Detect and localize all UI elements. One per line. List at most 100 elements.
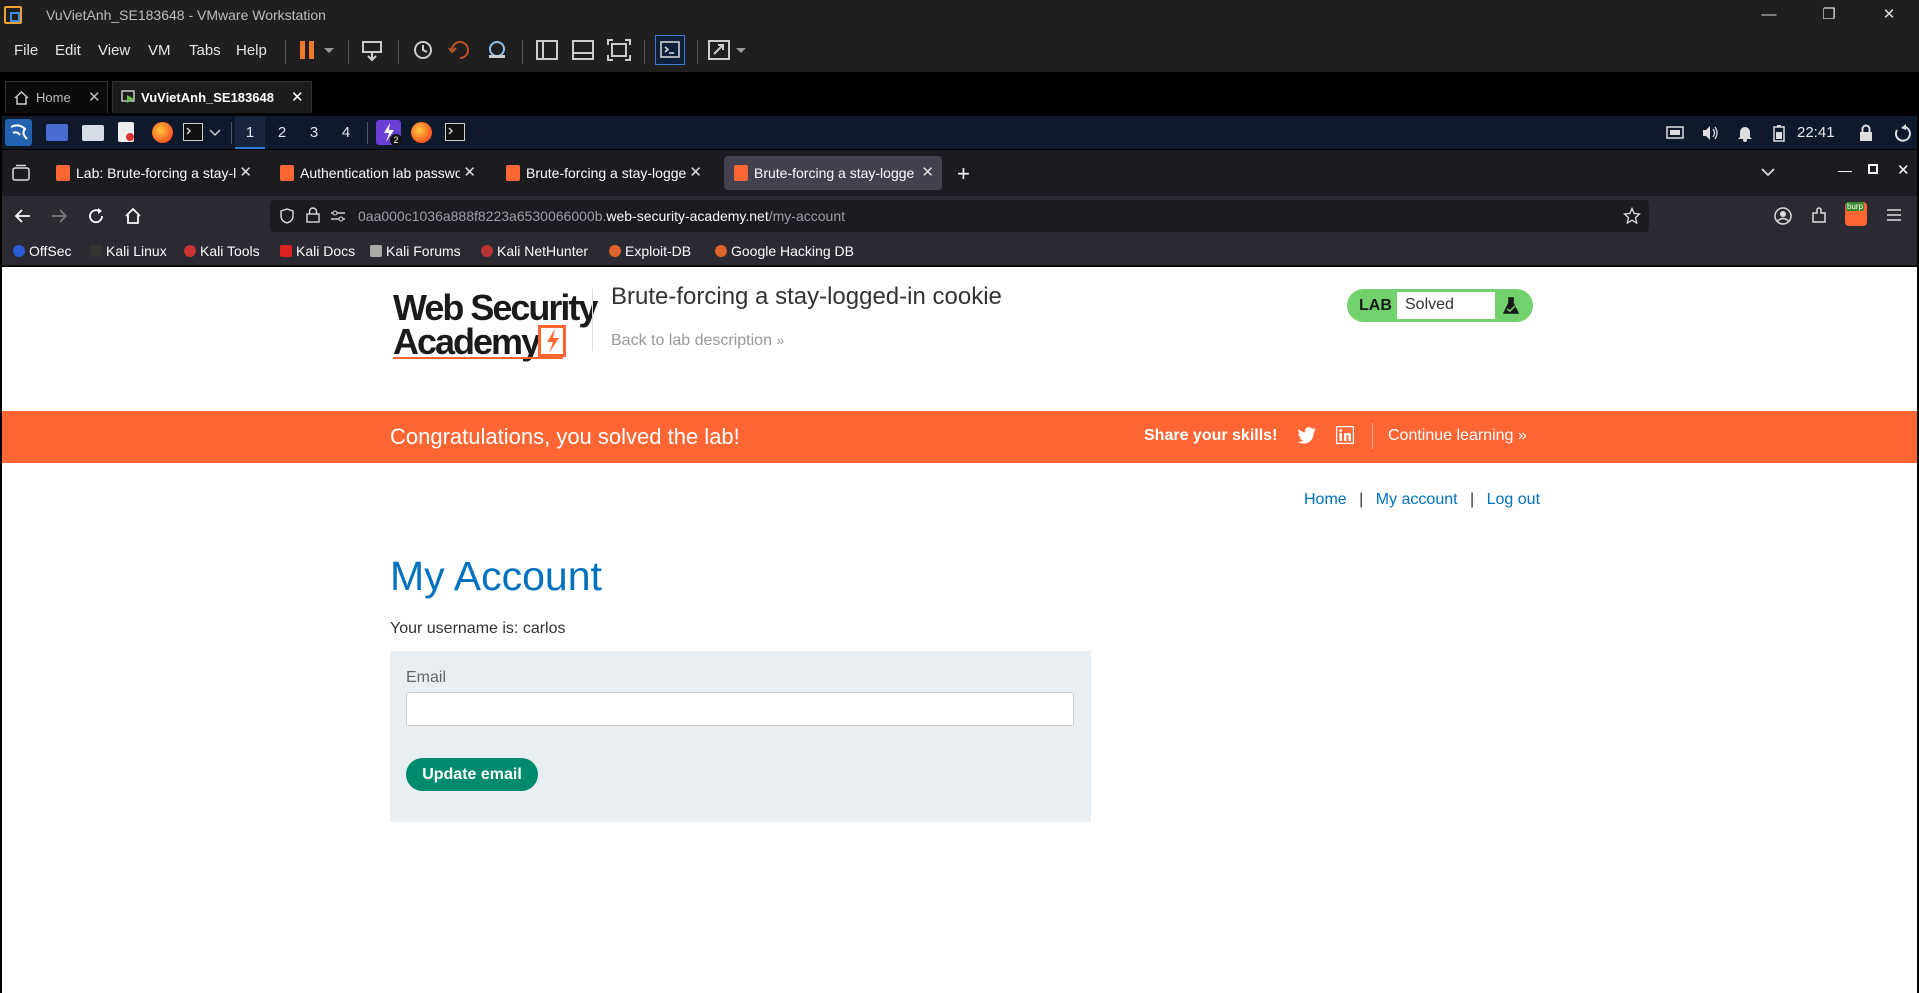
chevron-down-icon[interactable] [322,38,336,62]
bookmark-star-icon[interactable] [1623,207,1641,225]
full-screen-icon[interactable] [606,38,632,62]
pause-icon[interactable] [296,38,322,62]
burp-extension-icon[interactable]: burp [1845,202,1867,226]
vm-tab-home[interactable]: Home ✕ [5,81,108,113]
bookmark-kali-nethunter[interactable]: Kali NetHunter [481,243,588,259]
permissions-icon[interactable] [330,208,346,224]
burp-extension-label: burp [1846,202,1865,211]
back-to-lab-description-link[interactable]: Back to lab description » [611,332,784,350]
url-bar[interactable]: 0aa000c1036a888f8223a6530066000b.web-sec… [270,200,1649,232]
home-icon[interactable] [124,207,142,225]
lock-icon[interactable] [1859,124,1873,142]
tracking-shield-icon[interactable] [280,208,294,224]
workspace-3[interactable]: 3 [299,116,329,149]
email-field[interactable] [406,692,1074,726]
browser-tab-active[interactable]: Brute-forcing a stay-logge ✕ [724,156,942,190]
revert-snapshot-icon[interactable] [447,38,473,62]
hamburger-menu-icon[interactable] [1886,207,1902,223]
update-email-button[interactable]: Update email [406,758,538,791]
account-icon[interactable] [1774,207,1792,225]
console-view-icon[interactable] [655,35,685,65]
sidebar-toggle-icon[interactable] [534,38,560,62]
reload-icon[interactable] [87,207,105,225]
workspace-1[interactable]: 1 [235,116,265,149]
list-all-tabs-icon[interactable] [1760,164,1776,180]
close-tab-icon[interactable]: ✕ [88,88,101,106]
burp-suite-icon[interactable]: 2 [376,120,402,146]
battery-icon[interactable] [1773,124,1785,142]
nav-home-link[interactable]: Home [1304,491,1347,508]
close-tab-icon[interactable]: ✕ [463,163,476,181]
forward-arrow-icon[interactable] [50,207,68,225]
terminal-icon[interactable] [183,123,203,141]
browser-tab[interactable]: Authentication lab passwo ✕ [270,156,484,190]
kali-tools-icon [184,245,196,257]
snapshot-manager-icon[interactable] [484,38,510,62]
nav-my-account-link[interactable]: My account [1376,491,1458,508]
file-manager-icon[interactable] [82,125,104,141]
kali-menu-icon[interactable] [5,119,32,146]
notification-bell-icon[interactable] [1737,124,1753,142]
display-icon[interactable] [1666,125,1684,141]
volume-icon[interactable] [1701,124,1719,142]
menu-view[interactable]: View [98,42,130,59]
browser-tab[interactable]: Brute-forcing a stay-logge ✕ [496,156,710,190]
bookmark-kali-forums[interactable]: Kali Forums [370,243,461,259]
bookmark-google-hacking-db[interactable]: Google Hacking DB [715,243,854,259]
extensions-icon[interactable] [1810,207,1828,225]
vm-tab-label: Home [36,90,71,105]
close-window-button[interactable]: ✕ [1864,0,1914,30]
text-editor-icon[interactable] [118,122,134,142]
menu-file[interactable]: File [14,42,38,59]
chevron-down-icon[interactable] [734,38,748,62]
bookmark-kali-tools[interactable]: Kali Tools [184,243,260,259]
browser-maximize-icon[interactable] [1868,164,1878,174]
vm-tab-vm[interactable]: VuVietAnh_SE183648 ✕ [112,81,312,113]
power-icon[interactable] [1893,124,1911,142]
close-tab-icon[interactable]: ✕ [689,163,702,181]
continue-learning-link[interactable]: Continue learning » [1388,427,1527,445]
new-tab-icon[interactable]: + [957,161,970,187]
workspace-4[interactable]: 4 [331,116,361,149]
firefox-icon[interactable] [152,122,173,143]
close-tab-icon[interactable]: ✕ [291,88,304,106]
chevron-down-icon[interactable] [208,123,222,141]
minimize-button[interactable]: — [1744,0,1794,30]
stretch-guest-icon[interactable] [706,38,732,62]
twitter-icon[interactable] [1297,426,1317,444]
menu-vm[interactable]: VM [148,42,171,59]
lab-status-badge: LAB Solved [1347,289,1533,322]
bookmark-kali-linux[interactable]: Kali Linux [90,243,167,259]
thumbnail-bar-icon[interactable] [570,38,596,62]
ghdb-icon [715,245,727,257]
menu-help[interactable]: Help [236,42,267,59]
tab-overview-icon[interactable] [12,164,30,182]
bookmark-exploit-db[interactable]: Exploit-DB [609,243,691,259]
lock-icon[interactable] [306,207,320,223]
bookmark-kali-docs[interactable]: Kali Docs [280,243,355,259]
desktop-icon[interactable] [46,124,68,141]
snapshot-icon[interactable] [410,38,436,62]
close-tab-icon[interactable]: ✕ [239,163,252,181]
browser-tab[interactable]: Lab: Brute-forcing a stay-lo ✕ [46,156,260,190]
browser-tab-label: Authentication lab passwo [300,165,460,181]
vmware-tabbar: Home ✕ VuVietAnh_SE183648 ✕ [0,76,1919,116]
firefox-window-icon[interactable] [411,122,432,143]
send-ctrl-alt-del-icon[interactable] [360,38,386,62]
workspace-2[interactable]: 2 [267,116,297,149]
nav-log-out-link[interactable]: Log out [1487,491,1540,508]
close-tab-icon[interactable]: ✕ [921,163,934,181]
back-arrow-icon[interactable] [14,207,32,225]
linkedin-icon[interactable] [1336,426,1354,444]
lab-status-text: Solved [1397,292,1495,319]
bookmark-offsec[interactable]: OffSec [13,243,72,259]
browser-minimize-icon[interactable]: — [1838,162,1852,178]
menu-tabs[interactable]: Tabs [189,42,221,59]
restore-button[interactable]: ❐ [1804,0,1854,30]
exploit-db-icon [609,245,621,257]
terminal-window-icon[interactable] [445,123,465,141]
menu-edit[interactable]: Edit [55,42,81,59]
clock[interactable]: 22:41 [1797,124,1835,141]
congratulations-message: Congratulations, you solved the lab! [390,424,740,449]
browser-close-icon[interactable]: ✕ [1897,161,1910,179]
